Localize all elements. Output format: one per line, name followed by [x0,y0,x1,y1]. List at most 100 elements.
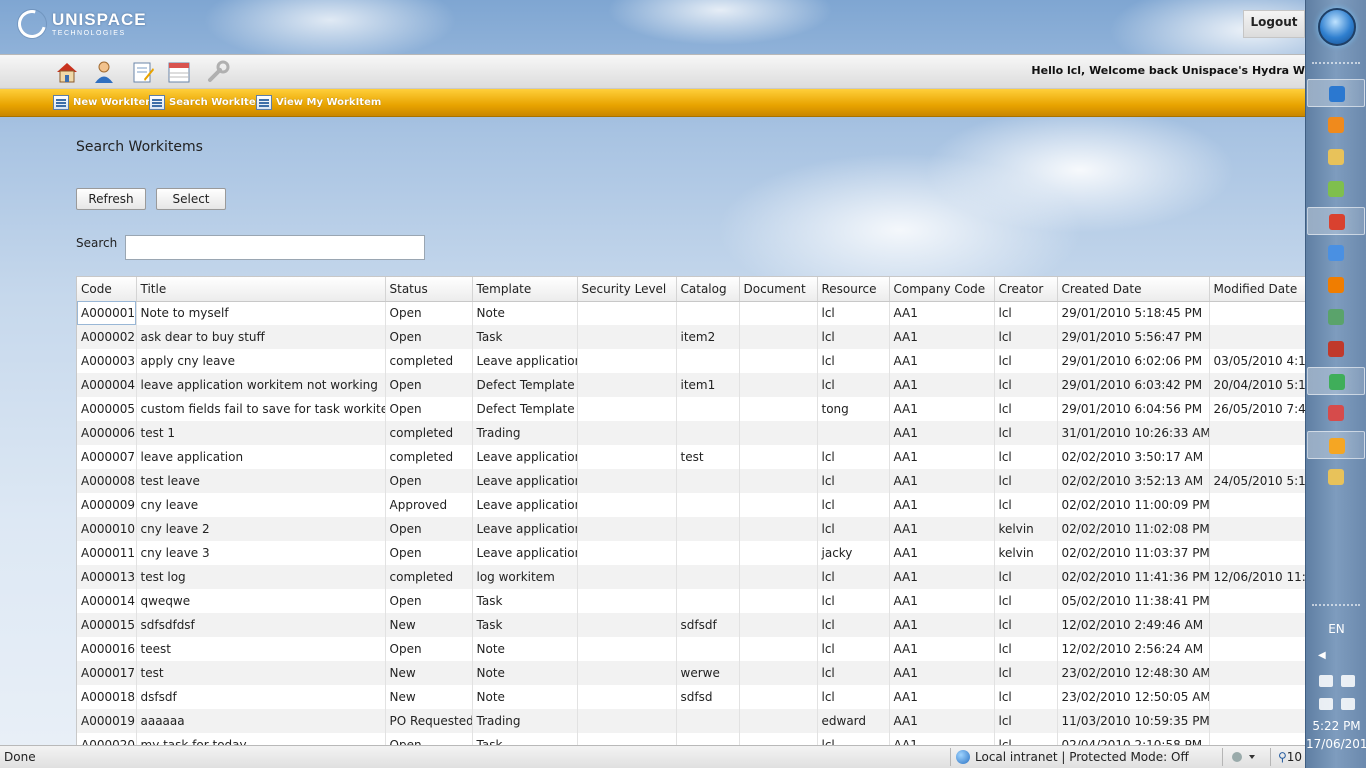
view-my-workitem-link[interactable]: View My WorkItem [256,95,381,110]
chrome-icon [1329,214,1345,230]
table-cell: 02/02/2010 3:50:17 AM [1057,445,1210,469]
column-header[interactable]: Security Level [577,277,677,302]
security-zone[interactable]: Local intranet | Protected Mode: Off [956,750,1189,764]
taskbar-app-button[interactable] [1307,175,1365,203]
taskbar-app-button[interactable] [1307,271,1365,299]
column-header[interactable]: Created Date [1057,277,1210,302]
table-cell: A000005 [77,397,137,421]
column-header[interactable]: Status [385,277,473,302]
table-row[interactable]: A000006 test 1 completed Trading AA1 lcl 31/01… [77,421,1305,445]
taskbar-app-button[interactable] [1307,367,1365,395]
network-signal-icon[interactable] [1341,698,1355,710]
show-hidden-icons[interactable]: ◀ [1318,650,1326,661]
calendar-icon[interactable] [167,60,191,84]
clock-time[interactable]: 5:22 PM [1306,719,1366,733]
table-row[interactable]: A000011 cny leave 3 Open Leave application j… [77,541,1305,565]
table-row[interactable]: A000007 leave application completed Leave a… [77,445,1305,469]
new-workitem-link[interactable]: New WorkItem [53,95,156,110]
table-cell: Task [472,589,578,613]
table-cell: completed [385,565,473,589]
table-cell: lcl [817,493,890,517]
table-cell: edward [817,709,890,733]
column-header[interactable]: Creator [994,277,1058,302]
select-button[interactable]: Select [156,188,226,210]
table-cell: Note [472,661,578,685]
table-cell: A000015 [77,613,137,637]
table-row[interactable]: A000005 custom fields fail to save for ta… [77,397,1305,421]
table-row[interactable]: A000014 qweqwe Open Task lcl AA1 lcl 05/02/2010… [77,589,1305,613]
transfer-icon [1328,309,1344,325]
table-cell [577,469,677,493]
taskbar-app-button[interactable] [1307,399,1365,427]
table-cell: lcl [817,469,890,493]
search-workitem-link[interactable]: Search WorkItem [149,95,266,110]
table-row[interactable]: A000003 apply cny leave completed Leave app… [77,349,1305,373]
search-input[interactable] [125,235,425,260]
taskbar-grip[interactable] [1312,62,1360,66]
table-cell: Note to myself [136,301,386,325]
table-cell: A000008 [77,469,137,493]
power-icon[interactable] [1319,698,1333,710]
taskbar-app-button[interactable] [1307,207,1365,235]
table-row[interactable]: A000001 Note to myself Open Note lcl AA1 lcl 29… [77,301,1305,325]
refresh-button[interactable]: Refresh [76,188,146,210]
column-header[interactable]: Code [77,277,137,302]
column-header[interactable]: Document [739,277,818,302]
page-title: Search Workitems [76,139,203,155]
logout-button[interactable]: Logout [1243,10,1305,38]
taskbar-app-button[interactable] [1307,431,1365,459]
home-icon[interactable] [55,60,79,84]
table-row[interactable]: A000010 cny leave 2 Open Leave application l… [77,517,1305,541]
table-cell [577,685,677,709]
user-icon[interactable] [92,60,116,84]
column-header[interactable]: Modified Date [1209,277,1305,302]
zoom-level[interactable]: ⚲10 [1278,750,1302,764]
table-cell: 29/01/2010 5:56:47 PM [1057,325,1210,349]
table-cell: cny leave 3 [136,541,386,565]
table-row[interactable]: A000008 test leave Open Leave application lc… [77,469,1305,493]
table-cell: Leave application [472,349,578,373]
taskbar-app-button[interactable] [1307,463,1365,491]
volume-icon[interactable] [1341,675,1355,687]
table-cell: sdfsdf [676,613,740,637]
action-center-flag-icon[interactable] [1319,675,1333,687]
table-cell: 02/02/2010 3:52:13 AM [1057,469,1210,493]
column-header[interactable]: Template [472,277,578,302]
table-cell: tong [817,397,890,421]
table-cell [577,541,677,565]
tools-icon[interactable] [206,60,230,84]
taskbar-app-button[interactable] [1307,143,1365,171]
table-row[interactable]: A000018 dsfsdf New Note sdfsd lcl AA1 lcl 23/02/… [77,685,1305,709]
table-cell: Note [472,685,578,709]
taskbar-app-button[interactable] [1307,111,1365,139]
language-indicator[interactable]: EN [1306,622,1366,636]
table-cell: 02/04/2010 2:10:58 PM [1057,733,1210,745]
table-cell [577,421,677,445]
popup-settings-icon[interactable] [1230,750,1256,764]
column-header[interactable]: Resource [817,277,890,302]
table-row[interactable]: A000013 test log completed log workitem lcl A… [77,565,1305,589]
taskbar-app-button[interactable] [1307,79,1365,107]
column-header[interactable]: Title [136,277,386,302]
table-row[interactable]: A000015 sdfsdfdsf New Task sdfsdf lcl AA1 lcl 12… [77,613,1305,637]
table-row[interactable]: A000004 leave application workitem not wo… [77,373,1305,397]
table-row[interactable]: A000016 teest Open Note lcl AA1 lcl 12/02/2010 … [77,637,1305,661]
table-cell: A000010 [77,517,137,541]
column-header[interactable]: Catalog [676,277,740,302]
table-cell [817,421,890,445]
table-cell: A000006 [77,421,137,445]
clock-date[interactable]: 17/06/2010 [1306,737,1366,751]
table-row[interactable]: A000002 ask dear to buy stuff Open Task item… [77,325,1305,349]
table-row[interactable]: A000020 my task for today Open Task lcl AA1 lc… [77,733,1305,745]
taskbar-app-button[interactable] [1307,239,1365,267]
edit-icon[interactable] [131,60,155,84]
start-button[interactable] [1318,8,1356,46]
taskbar-grip[interactable] [1312,604,1360,608]
taskbar-app-button[interactable] [1307,303,1365,331]
table-row[interactable]: A000017 test New Note werwe lcl AA1 lcl 23/02/20… [77,661,1305,685]
table-cell [577,565,677,589]
taskbar-app-button[interactable] [1307,335,1365,363]
column-header[interactable]: Company Code [889,277,995,302]
table-row[interactable]: A000019 aaaaaa PO Requested Trading edward AA… [77,709,1305,733]
table-row[interactable]: A000009 cny leave Approved Leave applicatio… [77,493,1305,517]
